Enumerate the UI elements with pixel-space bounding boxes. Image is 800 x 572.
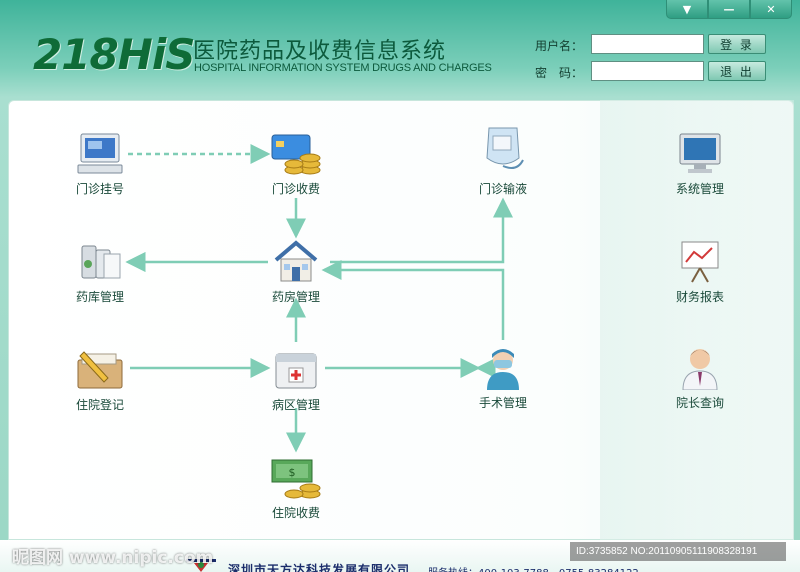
module-label: 手术管理 xyxy=(478,396,527,410)
module-drug-storage[interactable]: 药库管理 xyxy=(50,240,150,305)
module-system[interactable]: 系统管理 xyxy=(650,132,750,197)
module-label: 系统管理 xyxy=(675,182,724,196)
module-label: 院长查询 xyxy=(675,396,724,410)
module-outpatient-infusion[interactable]: 门诊输液 xyxy=(453,126,553,197)
module-label: 住院收费 xyxy=(271,506,320,520)
module-director[interactable]: 院长查询 xyxy=(650,346,750,411)
doctor-icon xyxy=(682,349,718,390)
folder-pencil-icon xyxy=(77,351,123,389)
medicine-bottles-icon xyxy=(81,245,121,279)
module-label: 病区管理 xyxy=(271,398,320,412)
company-name: 深圳市天方达科技发展有限公司 xyxy=(228,563,411,572)
module-inpatient-charge[interactable]: $ 住院收费 xyxy=(246,456,346,521)
module-label: 财务报表 xyxy=(675,290,724,304)
module-finance[interactable]: 财务报表 xyxy=(650,240,750,305)
svg-text:$: $ xyxy=(289,466,296,479)
module-inpatient-register[interactable]: 住院登记 xyxy=(50,348,150,413)
card-coins-icon xyxy=(271,134,321,175)
surgeon-icon xyxy=(487,349,519,390)
module-label: 药房管理 xyxy=(271,290,320,304)
module-ward[interactable]: 病区管理 xyxy=(246,348,346,413)
module-outpatient-charge[interactable]: 门诊收费 xyxy=(246,132,346,197)
module-label: 门诊挂号 xyxy=(75,182,124,196)
watermark: 昵图网 www.nipic.com xyxy=(12,548,214,568)
iv-bag-icon xyxy=(486,127,524,169)
cash-coins-icon: $ xyxy=(271,459,321,499)
computer-icon xyxy=(77,133,123,174)
image-id-bar: ID:3735852 NO:20110905111908328191 xyxy=(570,542,786,561)
monitor-icon xyxy=(679,133,721,173)
house-icon xyxy=(274,240,318,282)
service-hotline: 服务热线：400-103-7788 0755-83284122 xyxy=(428,564,639,572)
module-label: 门诊收费 xyxy=(271,182,320,196)
module-label: 门诊输液 xyxy=(478,182,527,196)
chart-board-icon xyxy=(681,241,719,283)
module-label: 住院登记 xyxy=(75,398,124,412)
link-surgery-to-pharmacy xyxy=(321,260,505,340)
module-label: 药库管理 xyxy=(75,290,124,304)
module-surgery[interactable]: 手术管理 xyxy=(453,346,553,411)
module-pharmacy[interactable]: 药房管理 xyxy=(246,240,346,305)
ward-icon xyxy=(275,353,317,389)
link-pharmacy-to-infusion xyxy=(330,197,513,264)
module-outpatient-register[interactable]: 门诊挂号 xyxy=(50,132,150,197)
